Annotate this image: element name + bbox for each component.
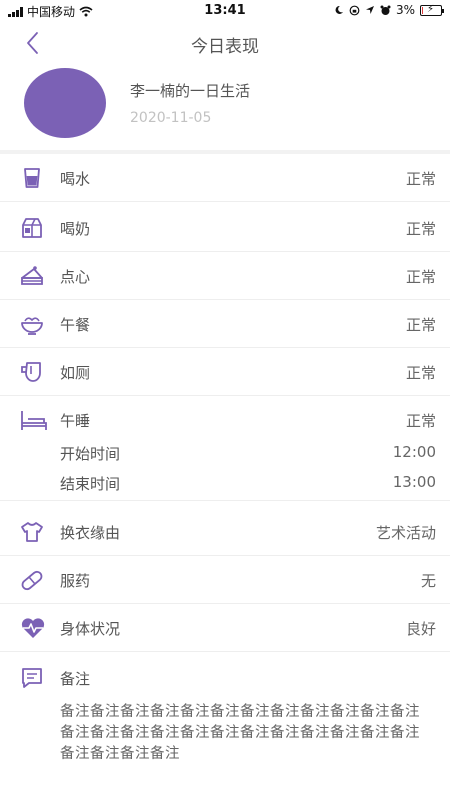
- nap-start: 开始时间 12:00: [0, 438, 450, 468]
- row-value: 艺术活动: [375, 524, 436, 542]
- child-name: 李一楠的一日生活: [130, 82, 251, 100]
- row-value: 正常: [405, 170, 436, 188]
- row-water: 喝水 正常: [0, 154, 450, 202]
- cup-icon: [20, 166, 44, 190]
- toilet-icon: [20, 360, 44, 384]
- row-value: 无: [420, 572, 436, 590]
- milk-carton-icon: [20, 216, 44, 240]
- note-label: 备注: [60, 670, 91, 688]
- row-value: 良好: [405, 620, 436, 638]
- status-bar: 中国移动 13:41 3% ⚡: [0, 0, 450, 22]
- cake-icon: [20, 264, 44, 288]
- row-label: 午睡: [60, 412, 91, 430]
- row-label: 如厕: [60, 364, 91, 382]
- moon-icon: [335, 5, 343, 14]
- heart-pulse-icon: [20, 616, 45, 640]
- row-value: 正常: [405, 364, 436, 382]
- row-label: 喝奶: [60, 220, 91, 238]
- row-clothes: 换衣缘由 艺术活动: [0, 508, 450, 556]
- nap-end-label: 结束时间: [60, 475, 121, 493]
- row-label: 喝水: [60, 170, 91, 188]
- row-label: 点心: [60, 268, 91, 286]
- report-date: 2020-11-05: [130, 110, 212, 126]
- row-value: 正常: [405, 268, 436, 286]
- row-toilet: 如厕 正常: [0, 348, 450, 396]
- battery-percent: 3%: [395, 3, 415, 17]
- nav-bar: 今日表现: [0, 22, 450, 64]
- row-label: 换衣缘由: [60, 524, 121, 542]
- bowl-icon: [20, 312, 44, 336]
- row-value: 正常: [405, 316, 436, 334]
- rotation-lock-icon: [349, 5, 360, 15]
- shirt-icon: [20, 520, 44, 544]
- row-value: 正常: [405, 412, 436, 430]
- battery-icon: ⚡: [420, 4, 444, 16]
- row-health: 身体状况 良好: [0, 604, 450, 652]
- nap-end-value: 13:00: [392, 473, 436, 491]
- location-icon: [365, 6, 374, 14]
- row-note: 备注: [0, 654, 450, 702]
- row-label: 身体状况: [60, 620, 121, 638]
- bed-icon: [20, 408, 47, 432]
- nap-end: 结束时间 13:00: [0, 468, 450, 498]
- nap-start-value: 12:00: [392, 443, 436, 461]
- note-text: 备注备注备注备注备注备注备注备注备注备注备注备注备注备注备注备注备注备注备注备注…: [60, 704, 420, 762]
- pill-icon: [20, 568, 44, 592]
- row-snack: 点心 正常: [0, 252, 450, 300]
- alarm-icon: [380, 5, 391, 15]
- nap-start-label: 开始时间: [60, 445, 121, 463]
- row-label: 午餐: [60, 316, 91, 334]
- profile-header: 李一楠的一日生活 2020-11-05: [0, 64, 450, 152]
- row-lunch: 午餐 正常: [0, 300, 450, 348]
- row-medicine: 服药 无: [0, 556, 450, 604]
- row-label: 服药: [60, 572, 91, 590]
- row-milk: 喝奶 正常: [0, 204, 450, 252]
- note-icon: [20, 666, 44, 690]
- row-value: 正常: [405, 220, 436, 238]
- page-title: 今日表现: [191, 37, 259, 57]
- row-nap: 午睡 正常 开始时间 12:00 结束时间 13:00: [0, 396, 450, 501]
- avatar: [24, 68, 106, 138]
